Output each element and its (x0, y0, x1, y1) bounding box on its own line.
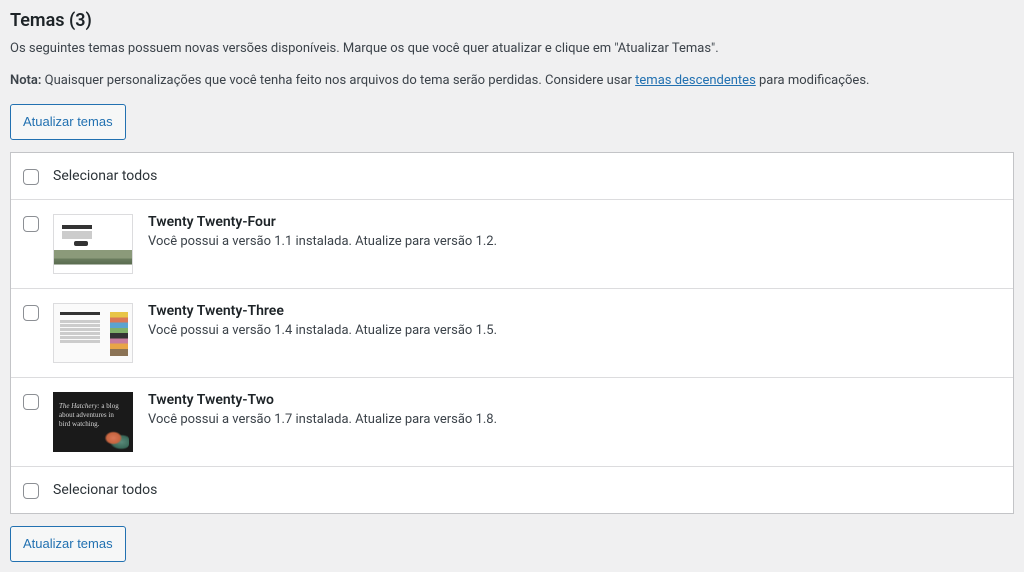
theme-version-text: Você possui a versão 1.1 instalada. Atua… (148, 234, 1001, 249)
child-themes-link[interactable]: temas descendentes (635, 73, 756, 88)
select-all-row-top: Selecionar todos (11, 153, 1013, 200)
theme-row: Twenty Twenty-Four Você possui a versão … (11, 200, 1013, 289)
select-all-label-top: Selecionar todos (53, 168, 157, 184)
theme-version-text: Você possui a versão 1.7 instalada. Atua… (148, 412, 1001, 427)
select-all-label-bottom: Selecionar todos (53, 482, 157, 498)
update-themes-button-top[interactable]: Atualizar temas (10, 104, 126, 140)
theme-name: Twenty Twenty-Four (148, 214, 1001, 230)
theme-thumbnail (53, 214, 133, 274)
note-text-after: para modificações. (756, 73, 870, 88)
theme-name: Twenty Twenty-Two (148, 392, 1001, 408)
select-all-checkbox-top[interactable] (23, 169, 39, 185)
note-text-before: Quaisquer personalizações que você tenha… (41, 73, 635, 88)
theme-checkbox[interactable] (23, 305, 39, 321)
theme-thumbnail-text: The Hatchery: a blog about adventures in… (59, 402, 119, 429)
theme-checkbox[interactable] (23, 394, 39, 410)
update-themes-button-bottom[interactable]: Atualizar temas (10, 526, 126, 562)
select-all-row-bottom: Selecionar todos (11, 467, 1013, 513)
theme-checkbox[interactable] (23, 216, 39, 232)
themes-update-table: Selecionar todos Twenty Twenty-Four Você… (10, 152, 1014, 514)
theme-version-text: Você possui a versão 1.4 instalada. Atua… (148, 323, 1001, 338)
theme-row: Twenty Twenty-Three Você possui a versão… (11, 289, 1013, 378)
select-all-checkbox-bottom[interactable] (23, 483, 39, 499)
theme-thumbnail (53, 303, 133, 363)
note-label: Nota: (10, 73, 41, 88)
section-title: Temas (3) (10, 10, 1014, 31)
theme-row: The Hatchery: a blog about adventures in… (11, 378, 1013, 467)
note-line: Nota: Quaisquer personalizações que você… (10, 71, 1014, 91)
theme-thumbnail: The Hatchery: a blog about adventures in… (53, 392, 133, 452)
theme-name: Twenty Twenty-Three (148, 303, 1001, 319)
intro-text: Os seguintes temas possuem novas versões… (10, 39, 1014, 59)
